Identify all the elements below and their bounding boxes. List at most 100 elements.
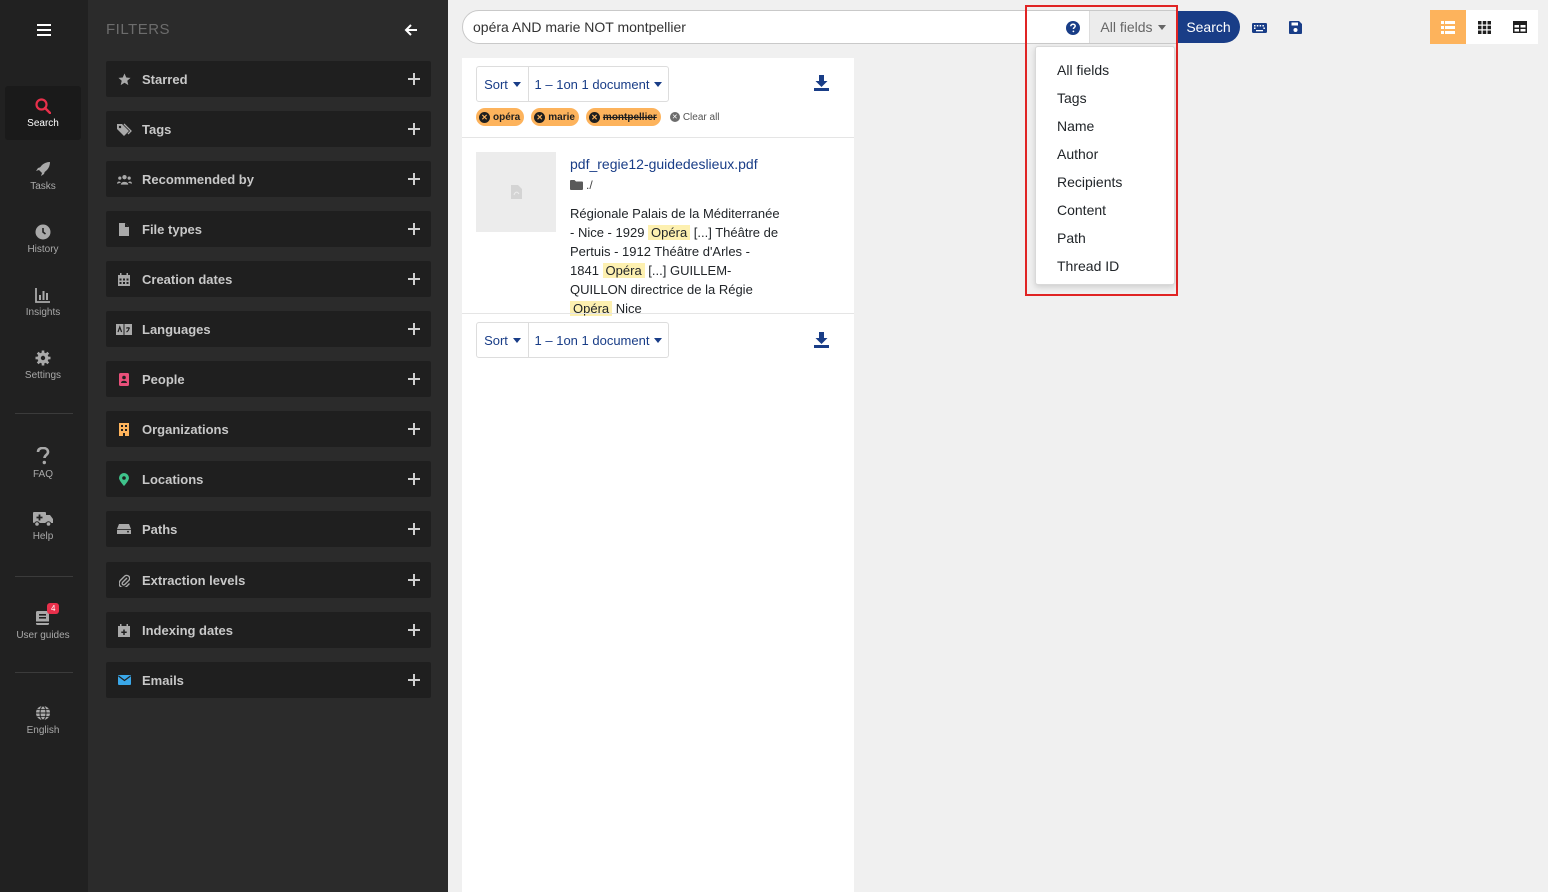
dropdown-option-path[interactable]: Path xyxy=(1057,230,1086,246)
pdf-file-icon xyxy=(510,185,522,199)
expand-filter-button[interactable] xyxy=(403,468,425,490)
plus-icon xyxy=(408,173,420,185)
filter-creation-dates[interactable]: Creation dates xyxy=(106,261,431,297)
nav-item-tasks[interactable]: Tasks xyxy=(5,149,81,203)
dropdown-option-all-fields[interactable]: All fields xyxy=(1057,62,1109,78)
expand-filter-button[interactable] xyxy=(403,168,425,190)
plus-icon xyxy=(408,423,420,435)
remove-chip-icon[interactable]: ✕ xyxy=(534,111,546,123)
expand-filter-button[interactable] xyxy=(403,268,425,290)
map-pin-icon xyxy=(119,472,129,486)
filter-recommended-by[interactable]: Recommended by xyxy=(106,161,431,197)
remove-chip-icon[interactable]: ✕ xyxy=(479,111,490,123)
clear-all-button[interactable]: ✕ Clear all xyxy=(669,112,720,123)
remove-chip-icon[interactable]: ✕ xyxy=(588,111,600,123)
download-icon xyxy=(814,332,829,348)
expand-filter-button[interactable] xyxy=(403,118,425,140)
query-chip[interactable]: ✕ marie xyxy=(531,108,579,126)
query-chip[interactable]: ✕ opéra xyxy=(476,108,525,126)
save-search-button[interactable] xyxy=(1289,19,1302,38)
filter-languages[interactable]: Languages xyxy=(106,311,431,347)
filter-locations[interactable]: Locations xyxy=(106,461,431,497)
nav-item-user-guides[interactable]: 4 User guides xyxy=(5,598,81,652)
grid-icon xyxy=(1477,20,1491,34)
caret-down-icon xyxy=(654,337,663,343)
list-view-button[interactable] xyxy=(1430,10,1466,44)
expand-filter-button[interactable] xyxy=(403,318,425,340)
nav-item-search[interactable]: Search xyxy=(5,86,81,140)
expand-filter-button[interactable] xyxy=(403,619,425,641)
collapse-filters-button[interactable] xyxy=(404,22,418,41)
filter-file-types[interactable]: File types xyxy=(106,211,431,247)
filter-tags[interactable]: Tags xyxy=(106,111,431,147)
table-view-button[interactable] xyxy=(1502,10,1538,44)
dropdown-option-author[interactable]: Author xyxy=(1057,146,1098,162)
expand-filter-button[interactable] xyxy=(403,68,425,90)
download-icon xyxy=(814,75,829,91)
filter-people[interactable]: People xyxy=(106,361,431,397)
expand-filter-button[interactable] xyxy=(403,418,425,440)
sort-dropdown[interactable]: Sort xyxy=(477,67,529,101)
grid-view-button[interactable] xyxy=(1466,10,1502,44)
expand-filter-button[interactable] xyxy=(403,569,425,591)
dropdown-option-name[interactable]: Name xyxy=(1057,118,1094,134)
nav-item-help[interactable]: Help xyxy=(5,499,81,553)
plus-icon xyxy=(408,674,420,686)
query-chip-negated[interactable]: ✕ montpellier xyxy=(585,108,661,126)
nav-item-history[interactable]: History xyxy=(5,212,81,266)
filter-extraction-levels[interactable]: Extraction levels xyxy=(106,562,431,598)
expand-filter-button[interactable] xyxy=(403,218,425,240)
search-icon xyxy=(35,97,51,114)
nav-item-language[interactable]: English xyxy=(5,693,81,747)
nav-item-faq[interactable]: FAQ xyxy=(5,436,81,490)
nav-item-label: Tasks xyxy=(30,180,56,192)
document-title-link[interactable]: pdf_regie12-guidedeslieux.pdf xyxy=(570,156,758,172)
query-chips: ✕ opéra ✕ marie ✕ montpellier ✕ Clear all xyxy=(476,108,720,126)
folder-icon xyxy=(570,180,583,190)
plus-icon xyxy=(408,624,420,636)
filter-emails[interactable]: Emails xyxy=(106,662,431,698)
filter-label: Paths xyxy=(142,521,178,537)
keyboard-shortcuts-button[interactable] xyxy=(1252,18,1267,37)
filter-label: Recommended by xyxy=(142,171,254,187)
filter-indexing-dates[interactable]: Indexing dates xyxy=(106,612,431,648)
plus-icon xyxy=(408,73,420,85)
document-thumbnail[interactable] xyxy=(476,152,556,232)
globe-icon xyxy=(36,705,50,720)
dropdown-option-tags[interactable]: Tags xyxy=(1057,90,1087,106)
expand-filter-button[interactable] xyxy=(403,518,425,540)
person-icon xyxy=(119,372,129,386)
snippet-highlight: Opéra xyxy=(602,263,645,278)
search-input[interactable] xyxy=(473,11,1033,43)
plus-icon xyxy=(408,523,420,535)
nav-item-label: Search xyxy=(27,117,59,129)
results-range-dropdown[interactable]: 1 – 1 on 1 document xyxy=(529,67,668,101)
dropdown-option-thread-id[interactable]: Thread ID xyxy=(1057,258,1119,274)
filters-panel: FILTERS Starred Tags Recommended by File… xyxy=(88,0,448,892)
menu-toggle-button[interactable] xyxy=(0,10,88,50)
expand-filter-button[interactable] xyxy=(403,368,425,390)
nav-item-insights[interactable]: Insights xyxy=(5,275,81,329)
nav-item-label: FAQ xyxy=(32,468,53,480)
results-range-dropdown[interactable]: 1 – 1 on 1 document xyxy=(529,323,668,357)
search-button[interactable]: Search xyxy=(1177,11,1240,43)
dropdown-option-recipients[interactable]: Recipients xyxy=(1057,174,1122,190)
filter-paths[interactable]: Paths xyxy=(106,511,431,547)
expand-filter-button[interactable] xyxy=(403,669,425,691)
sort-dropdown[interactable]: Sort xyxy=(477,323,529,357)
range-bold: 1 – 1 xyxy=(534,76,564,92)
snippet-highlight: Opéra xyxy=(648,225,691,240)
document-path[interactable]: ./ xyxy=(570,178,593,192)
download-results-button[interactable] xyxy=(814,75,829,95)
filter-label: File types xyxy=(142,221,202,237)
calendar-icon xyxy=(118,272,130,286)
clear-icon: ✕ xyxy=(669,112,680,122)
nav-item-label: English xyxy=(26,724,60,736)
nav-item-settings[interactable]: Settings xyxy=(5,338,81,392)
file-icon xyxy=(119,222,129,236)
download-results-button[interactable] xyxy=(814,332,829,352)
dropdown-option-content[interactable]: Content xyxy=(1057,202,1106,218)
filter-organizations[interactable]: Organizations xyxy=(106,411,431,447)
tags-icon xyxy=(116,123,132,136)
filter-starred[interactable]: Starred xyxy=(106,61,431,97)
